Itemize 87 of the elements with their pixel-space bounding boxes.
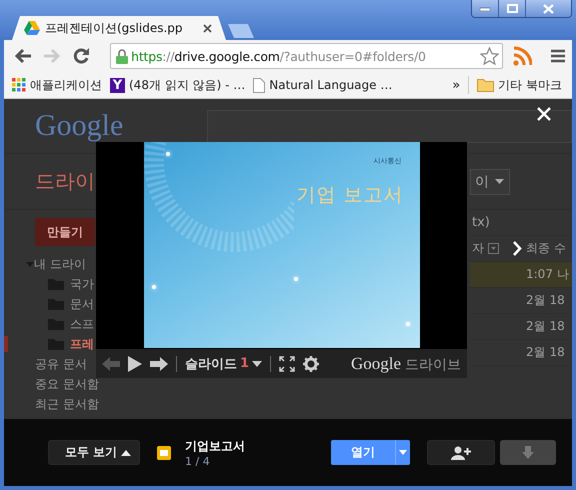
page-icon — [253, 78, 266, 92]
star-icon[interactable] — [480, 47, 499, 65]
folder-item[interactable]: 스프 — [4, 314, 94, 334]
minimize-icon — [480, 6, 490, 10]
next-slide-button[interactable] — [150, 356, 168, 370]
maximize-icon — [506, 4, 518, 13]
folder-icon — [48, 318, 64, 330]
view-all-button[interactable]: 모두 보기 — [48, 440, 140, 465]
settings-icon — [303, 356, 320, 372]
fullscreen-button[interactable] — [279, 356, 296, 372]
sparkle-icon — [152, 285, 156, 289]
close-button[interactable] — [537, 107, 551, 121]
folder-icon — [48, 338, 64, 350]
column-header[interactable]: 자 — [472, 240, 484, 257]
tab-title: 프레젠테이션(gslides.pp — [45, 20, 184, 36]
folder-item[interactable]: 프레 — [4, 334, 94, 354]
chevron-right-icon — [512, 241, 522, 256]
page-title: 드라이 — [35, 169, 95, 193]
right-arrow-icon — [150, 356, 168, 370]
bookmark-item[interactable]: Natural Language … — [253, 78, 398, 92]
menu-icon[interactable] — [550, 49, 566, 63]
file-row[interactable]: 2월 18 — [470, 288, 572, 314]
folder-icon — [477, 78, 494, 92]
sort-dropdown-icon[interactable] — [488, 243, 499, 254]
slide-selector[interactable]: 슬라이드 1 — [185, 354, 262, 372]
search-field[interactable] — [207, 110, 572, 142]
file-title: 기업보고서 — [185, 438, 245, 454]
sparkle-icon — [166, 152, 170, 156]
open-button[interactable]: 열기 — [331, 440, 395, 465]
create-button[interactable]: 만들기 — [35, 218, 95, 246]
close-window-button[interactable] — [526, 0, 571, 17]
nav-item[interactable]: 최근 문서함 — [4, 394, 99, 414]
add-person-icon — [451, 446, 471, 460]
product-name: 드라이브 — [405, 356, 461, 374]
folder-item[interactable]: 문서 — [4, 294, 94, 314]
caret-up-icon — [121, 450, 131, 456]
address-bar[interactable]: https://drive.google.com/?authuser=0#folders/0 — [110, 43, 503, 69]
site-logo-icon: Y — [110, 78, 125, 92]
sparkle-icon — [294, 277, 298, 281]
bookmark-item[interactable]: 애플리케이션 — [12, 76, 108, 94]
lock-icon — [116, 48, 128, 64]
nav-item[interactable]: 중요 문서함 — [4, 374, 99, 394]
maximize-button[interactable] — [499, 0, 526, 17]
tree-item[interactable]: 내 드라이 — [4, 254, 86, 274]
caret-icon — [495, 179, 504, 184]
folder-icon — [48, 298, 64, 310]
slides-file-icon — [157, 446, 171, 460]
url-text: https://drive.google.com/?authuser=0#folders/0 — [131, 48, 427, 64]
minimize-button[interactable] — [472, 0, 499, 17]
caret-icon — [399, 450, 407, 455]
bookmark-item[interactable]: Y (48개 읽지 않음) - … — [110, 76, 252, 94]
file-name-text: tx) — [471, 215, 490, 230]
sparkle-icon — [406, 322, 410, 326]
close-icon[interactable] — [203, 24, 212, 32]
app-grid-icon — [12, 78, 26, 92]
fullscreen-icon — [279, 356, 296, 372]
share-button[interactable] — [427, 440, 495, 465]
google-logo: Google — [350, 354, 401, 374]
download-arrow-icon — [522, 446, 534, 460]
bookmark-folder[interactable]: 기타 북마크 — [477, 76, 568, 94]
close-icon — [537, 107, 551, 121]
browser-tab[interactable]: 프레젠테이션(gslides.pp — [12, 16, 226, 40]
next-button[interactable] — [512, 241, 522, 256]
open-options-button[interactable] — [395, 440, 410, 465]
settings-button[interactable] — [303, 356, 320, 372]
google-logo: Google — [35, 109, 124, 143]
left-arrow-icon — [102, 356, 120, 370]
slide-title: 기업 보고서 — [296, 183, 404, 208]
page-counter: 1 / 4 — [185, 454, 210, 468]
column-header[interactable]: 최종 수 — [526, 240, 566, 257]
left-arrow-icon — [14, 48, 32, 64]
close-icon — [543, 4, 554, 14]
file-row[interactable]: 2월 18 — [470, 340, 572, 366]
caret-icon — [252, 360, 262, 366]
play-button[interactable] — [128, 356, 142, 372]
file-row[interactable]: 2월 18 — [470, 314, 572, 340]
play-icon — [128, 356, 142, 372]
file-row[interactable]: 1:07 나 — [470, 262, 572, 288]
view-dropdown[interactable]: 이 — [470, 168, 510, 194]
reload-icon — [72, 47, 90, 65]
folder-icon — [48, 278, 64, 290]
rss-icon[interactable] — [513, 46, 532, 66]
right-arrow-icon — [43, 48, 62, 64]
bookmarks-overflow-button[interactable]: » — [452, 78, 460, 92]
nav-item[interactable]: 공유 문서 — [4, 354, 87, 374]
folder-item[interactable]: 국가 — [4, 274, 94, 294]
drive-triangle-icon — [24, 21, 40, 35]
